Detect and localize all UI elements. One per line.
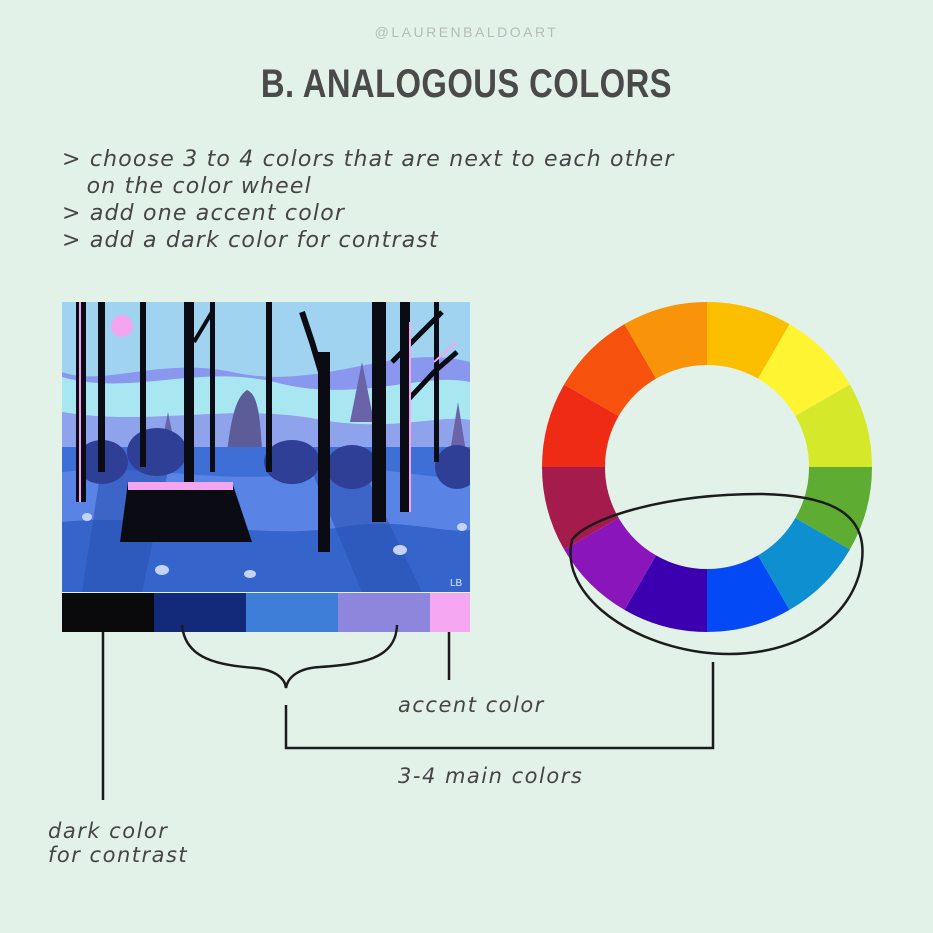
accent-color-label: accent color bbox=[398, 693, 545, 717]
dark-color-label-line2: for contrast bbox=[48, 843, 189, 867]
dark-color-label: dark color bbox=[48, 819, 169, 843]
annotation-layer bbox=[101, 302, 872, 800]
color-wheel bbox=[542, 302, 872, 632]
main-colors-label: 3-4 main colors bbox=[398, 764, 584, 788]
main-colors-bracket bbox=[180, 624, 399, 689]
